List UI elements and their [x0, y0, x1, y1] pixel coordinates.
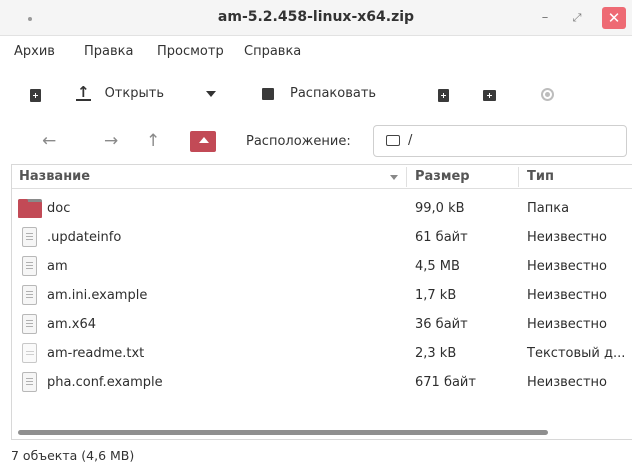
- file-icon: [22, 372, 37, 392]
- file-row-am-ini-example[interactable]: am.ini.example 1,7 kB Неизвестно: [12, 281, 632, 310]
- file-size: 61 байт: [415, 230, 468, 245]
- horizontal-scrollbar[interactable]: [18, 430, 548, 435]
- menu-edit[interactable]: Правка: [84, 44, 133, 59]
- upload-arrow-icon: ↑: [76, 83, 91, 101]
- open-button-label: Открыть: [104, 86, 164, 101]
- file-type: Неизвестно: [527, 288, 607, 303]
- folder-icon: [18, 199, 42, 218]
- location-input[interactable]: /: [373, 125, 627, 157]
- folder-icon: [386, 135, 400, 146]
- file-name: am.x64: [47, 317, 96, 332]
- text-file-icon: [22, 343, 37, 363]
- file-type: Неизвестно: [527, 259, 607, 274]
- file-size: 2,3 kB: [415, 346, 457, 361]
- add-file-icon: [438, 89, 449, 102]
- back-arrow-icon[interactable]: ←: [42, 131, 56, 151]
- file-row-am-x64[interactable]: am.x64 36 байт Неизвестно: [12, 310, 632, 339]
- file-type: Текстовый д...: [527, 346, 626, 361]
- menu-help[interactable]: Справка: [244, 44, 301, 59]
- up-arrow-icon[interactable]: ↑: [146, 131, 160, 151]
- file-name: .updateinfo: [47, 230, 122, 245]
- file-icon: [22, 227, 37, 247]
- file-size: 36 байт: [415, 317, 468, 332]
- file-name: doc: [47, 201, 71, 216]
- column-separator[interactable]: [406, 167, 407, 187]
- status-text: 7 объекта (4,6 MB): [11, 448, 135, 463]
- location-path: /: [408, 133, 413, 148]
- stop-icon: [541, 88, 554, 101]
- file-type: Неизвестно: [527, 230, 607, 245]
- stop-button[interactable]: [541, 88, 554, 101]
- menu-bar: Архив Правка Просмотр Справка: [0, 36, 632, 68]
- menu-view[interactable]: Просмотр: [157, 44, 224, 59]
- file-name: am.ini.example: [47, 288, 148, 303]
- file-size: 4,5 MB: [415, 259, 460, 274]
- extract-button[interactable]: Распаковать: [262, 86, 376, 101]
- add-file-button[interactable]: [438, 89, 449, 102]
- file-name: pha.conf.example: [47, 375, 163, 390]
- file-list[interactable]: Название Размер Тип doc 99,0 kB Папка .u…: [11, 164, 632, 440]
- file-name: am: [47, 259, 68, 274]
- location-label: Расположение:: [246, 134, 351, 149]
- menu-archive[interactable]: Архив: [14, 44, 55, 59]
- file-name: am-readme.txt: [47, 346, 145, 361]
- maximize-icon[interactable]: ⤢: [566, 7, 588, 29]
- file-icon: [22, 314, 37, 334]
- new-archive-button[interactable]: [30, 89, 41, 102]
- open-button[interactable]: ↑ Открыть: [76, 83, 164, 101]
- file-row-am-readme[interactable]: am-readme.txt 2,3 kB Текстовый д...: [12, 339, 632, 368]
- sort-descending-icon[interactable]: [390, 175, 398, 180]
- toolbar: ↑ Открыть Распаковать: [0, 70, 632, 122]
- file-type: Папка: [527, 201, 570, 216]
- column-header-name[interactable]: Название: [19, 169, 90, 184]
- home-folder-icon[interactable]: [190, 131, 216, 152]
- file-size: 671 байт: [415, 375, 476, 390]
- file-row-updateinfo[interactable]: .updateinfo 61 байт Неизвестно: [12, 223, 632, 252]
- file-icon: [22, 285, 37, 305]
- extract-icon: [262, 87, 274, 100]
- file-row-am[interactable]: am 4,5 MB Неизвестно: [12, 252, 632, 281]
- file-type: Неизвестно: [527, 317, 607, 332]
- location-bar: ← → ↑ Расположение: /: [0, 122, 632, 162]
- dropdown-triangle-icon: [206, 91, 216, 97]
- minimize-icon[interactable]: –: [534, 7, 556, 29]
- file-row-doc[interactable]: doc 99,0 kB Папка: [12, 194, 632, 223]
- file-size: 1,7 kB: [415, 288, 457, 303]
- column-header-size[interactable]: Размер: [415, 169, 470, 184]
- new-archive-icon: [30, 89, 41, 102]
- file-list-header: Название Размер Тип: [12, 165, 632, 189]
- close-icon[interactable]: ✕: [602, 7, 626, 29]
- open-dropdown-button[interactable]: [206, 91, 216, 97]
- column-header-type[interactable]: Тип: [527, 169, 554, 184]
- add-folder-icon: [483, 90, 496, 101]
- column-separator[interactable]: [518, 167, 519, 187]
- forward-arrow-icon[interactable]: →: [104, 131, 118, 151]
- file-size: 99,0 kB: [415, 201, 465, 216]
- title-bar: am-5.2.458-linux-x64.zip – ⤢ ✕: [0, 0, 632, 36]
- file-type: Неизвестно: [527, 375, 607, 390]
- add-folder-button[interactable]: [483, 90, 496, 101]
- extract-button-label: Распаковать: [290, 86, 377, 101]
- file-row-pha-conf-example[interactable]: pha.conf.example 671 байт Неизвестно: [12, 368, 632, 397]
- file-icon: [22, 256, 37, 276]
- status-bar: 7 объекта (4,6 MB): [0, 440, 632, 470]
